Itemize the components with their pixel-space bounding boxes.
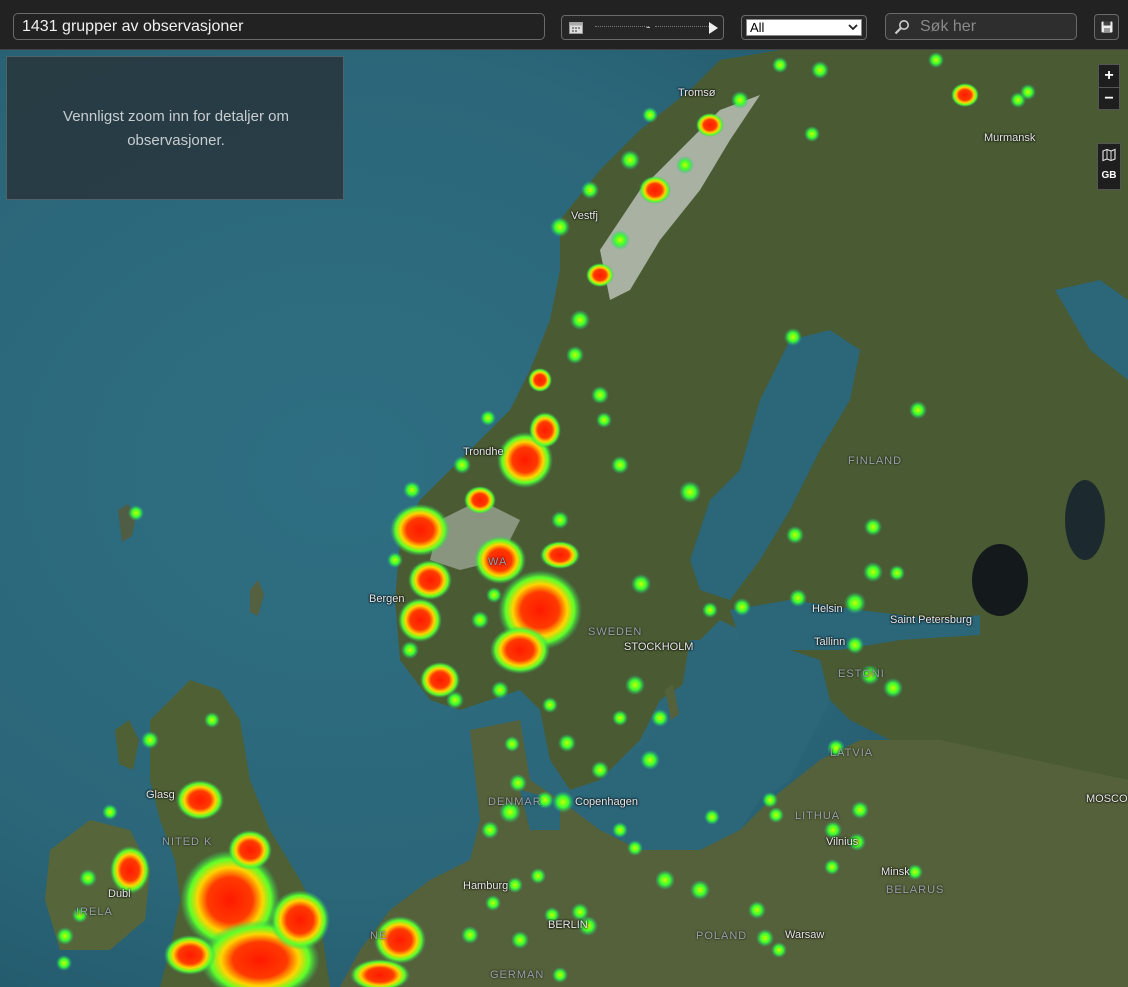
country-label-lithuania: LITHUA [795,810,841,822]
place-label-vilnius: Vilnius [826,836,859,848]
zoom-control: + − [1098,64,1120,110]
top-toolbar: 1431 grupper av observasjoner - All Søk … [0,0,1128,50]
save-button[interactable] [1094,14,1119,40]
place-label-saint-petersburg: Saint Petersburg [890,614,972,626]
place-label-helsinki: Helsin [812,603,843,615]
country-label-poland: POLAND [696,930,748,942]
place-label-stockholm: STOCKHOLM [624,641,694,653]
play-icon[interactable] [709,22,718,34]
date-to-field[interactable] [655,26,709,28]
lake-ladoga [972,544,1028,616]
filter-select-value[interactable]: All [746,19,862,36]
search-icon [894,20,909,35]
layer-control[interactable]: GB [1097,143,1121,190]
layers-icon[interactable] [1102,148,1116,162]
date-range-picker[interactable]: - [561,15,724,40]
place-label-trondheim: Trondhe [463,446,504,458]
filter-value: All [750,20,765,35]
search-box[interactable]: Søk her [885,13,1077,40]
place-label-copenhagen: Copenhagen [575,796,639,808]
info-panel: Vennligst zoom inn for detaljer om obser… [6,56,344,200]
country-label-belarus: BELARUS [886,884,945,896]
observation-count-field[interactable]: 1431 grupper av observasjoner [13,13,545,40]
zoom-out-button[interactable]: − [1099,87,1119,110]
save-icon [1101,21,1113,33]
place-label-warsaw: Warsaw [785,929,825,941]
country-label-sweden: SWEDEN [588,626,643,638]
country-label-denmark: DENMAR [488,796,542,808]
country-label-estonia: ESTONI [838,668,885,680]
place-label-moscow: MOSCO [1086,793,1128,805]
place-label-minsk: Minsk [881,866,910,878]
country-label-finland: FINLAND [848,455,903,467]
country-label-ireland: IRELA [76,906,113,918]
calendar-icon[interactable] [569,21,583,34]
place-label-murmansk: Murmansk [984,132,1036,144]
chevron-down-icon[interactable] [848,23,858,31]
lake-onega [1065,480,1105,560]
zoom-in-button[interactable]: + [1099,65,1119,87]
place-label-tromso: Tromsø [678,87,716,99]
layer-label[interactable]: GB [1098,170,1120,181]
place-label-tallinn: Tallinn [814,636,846,648]
place-label-vestfj: Vestfj [571,210,598,222]
place-label-dublin: Dubl [108,888,131,900]
zoom-in-message: Vennligst zoom inn for detaljer om obser… [63,108,289,149]
date-from-field[interactable] [595,26,649,28]
country-label-germany: GERMAN [490,969,545,981]
place-label-berlin: BERLIN [548,919,588,931]
country-label-latvia: LATVIA [830,747,874,759]
date-range-separator: - [646,18,651,34]
country-label-norway: WA [488,556,508,568]
country-label-united-kingdom: NITED K [162,836,213,848]
place-label-glasgow: Glasg [146,789,175,801]
filter-select[interactable]: All [741,15,867,40]
place-label-bergen: Bergen [369,593,405,605]
country-label-netherlands: NE [370,930,388,942]
search-input[interactable]: Søk her [920,17,1070,37]
place-label-hamburg: Hamburg [463,880,509,892]
